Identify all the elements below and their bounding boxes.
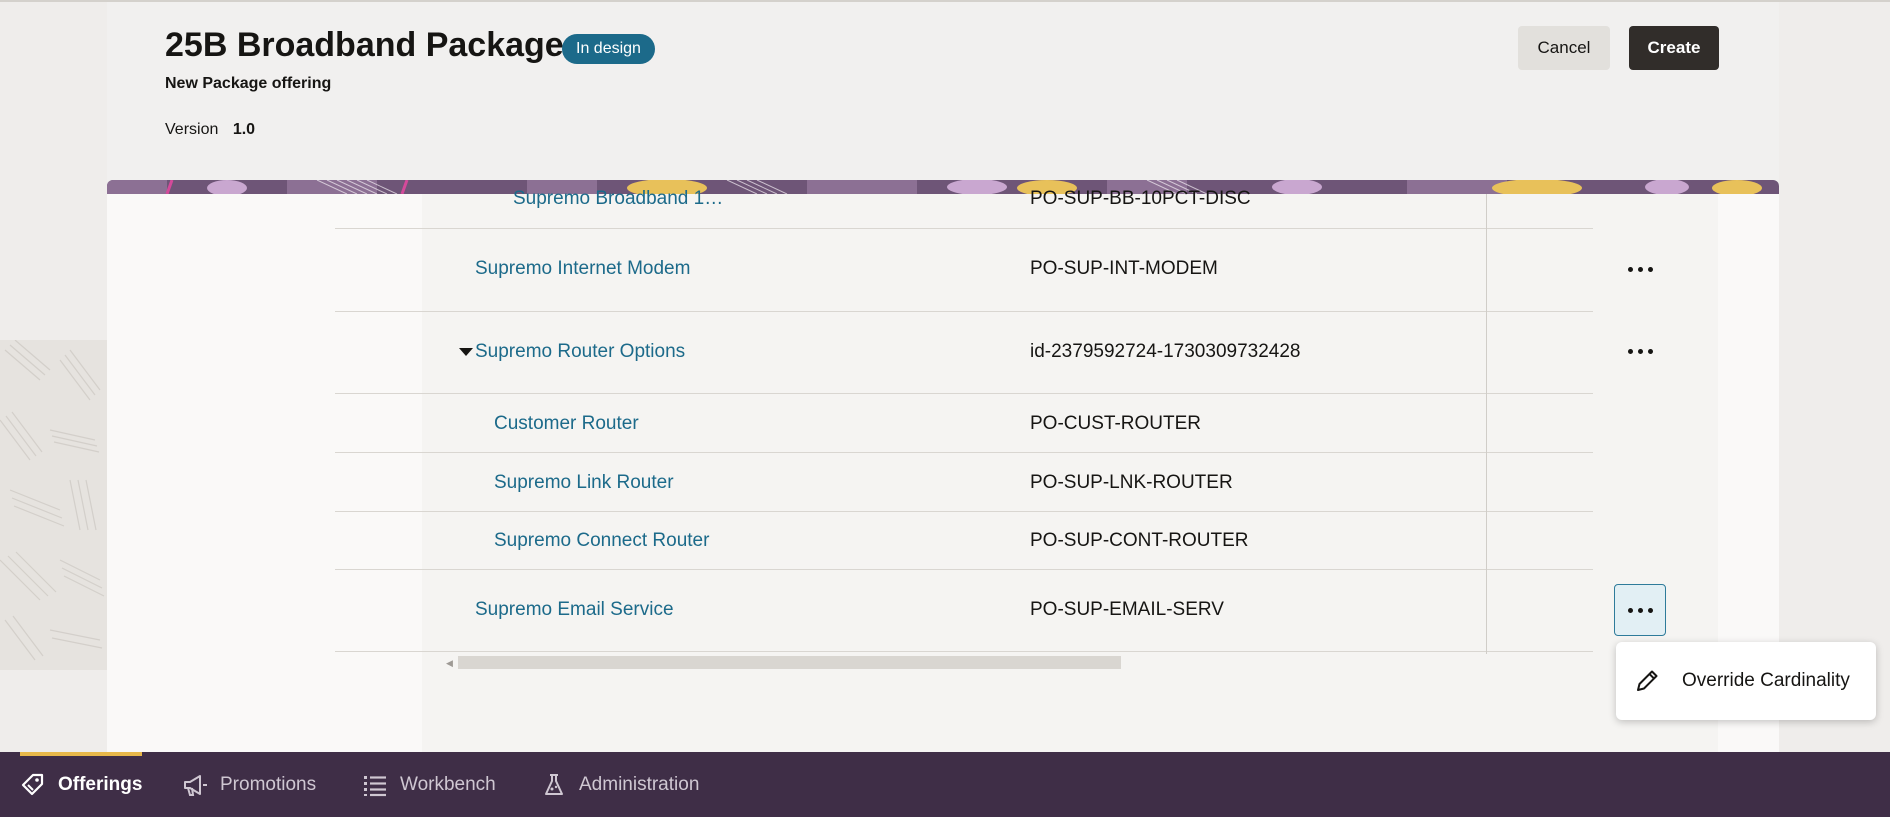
cancel-button[interactable]: Cancel	[1518, 26, 1610, 70]
more-dot-icon	[1637, 607, 1643, 613]
nav-item-offerings[interactable]: Offerings	[20, 769, 142, 801]
row-name-link[interactable]: Supremo Email Service	[475, 599, 674, 621]
more-dot-icon	[1647, 607, 1653, 613]
row-id: id-2379592724-1730309732428	[1030, 341, 1301, 362]
nav-label: Administration	[579, 774, 700, 795]
version-value: 1.0	[232, 121, 256, 138]
row-name-link[interactable]: Supremo Link Router	[494, 472, 674, 494]
context-menu: Override Cardinality	[1616, 642, 1876, 720]
pencil-icon	[1637, 670, 1658, 691]
version-label: Version	[165, 121, 219, 138]
menu-item-label: Override Cardinality	[1682, 670, 1850, 691]
row-id: PO-SUP-BB-10PCT-DISC	[1030, 188, 1251, 209]
page-subtitle: New Package offering	[165, 75, 332, 92]
row-name-link[interactable]: Supremo Connect Router	[494, 530, 709, 552]
menu-item-override-cardinality[interactable]: Override Cardinality	[1616, 642, 1876, 720]
row-id: PO-SUP-LNK-ROUTER	[1030, 472, 1233, 493]
row-actions-button[interactable]	[1614, 243, 1666, 295]
table-row: Supremo Broadband 1… PO-SUP-BB-10PCT-DIS…	[335, 176, 1593, 229]
row-name-link[interactable]: Customer Router	[494, 413, 639, 435]
list-icon	[364, 776, 386, 797]
nav-label: Workbench	[400, 774, 496, 795]
row-id: PO-SUP-CONT-ROUTER	[1030, 530, 1249, 551]
table-row: Supremo Router Options id-2379592724-173…	[335, 312, 1593, 394]
row-name-link[interactable]: Supremo Router Options	[475, 341, 685, 363]
flask-icon	[545, 774, 563, 795]
nav-item-promotions[interactable]: Promotions	[182, 769, 316, 801]
page-header: 25B Broadband Package In design New Pack…	[107, 2, 1779, 180]
bottom-navbar: Offerings Promotions Workbench Administr…	[0, 752, 1890, 817]
expand-caret-icon[interactable]	[459, 348, 473, 356]
nav-item-administration[interactable]: Administration	[541, 769, 699, 801]
row-id: PO-SUP-INT-MODEM	[1030, 258, 1218, 279]
more-dot-icon	[1647, 348, 1653, 354]
row-name-link[interactable]: Supremo Broadband 1…	[513, 188, 723, 210]
more-dot-icon	[1647, 266, 1653, 272]
row-id: PO-SUP-EMAIL-SERV	[1030, 599, 1224, 620]
horizontal-scrollbar[interactable]: ◀	[446, 656, 1121, 669]
megaphone-icon	[184, 775, 207, 796]
more-dot-icon	[1637, 348, 1643, 354]
tag-icon	[21, 773, 44, 796]
nav-item-workbench[interactable]: Workbench	[362, 769, 496, 801]
background-texture	[0, 340, 108, 670]
table-row: Supremo Connect Router PO-SUP-CONT-ROUTE…	[335, 512, 1593, 570]
nav-selected-indicator	[20, 752, 142, 756]
table-row: Supremo Link Router PO-SUP-LNK-ROUTER	[335, 453, 1593, 512]
scrollbar-thumb[interactable]	[458, 656, 1121, 669]
table-row: Supremo Email Service PO-SUP-EMAIL-SERV	[335, 570, 1593, 652]
nav-label: Offerings	[58, 774, 143, 795]
row-actions-button[interactable]	[1614, 325, 1666, 377]
more-dot-icon	[1627, 607, 1633, 613]
table-row: Supremo Internet Modem PO-SUP-INT-MODEM	[335, 229, 1593, 312]
row-id: PO-CUST-ROUTER	[1030, 413, 1201, 434]
row-actions-button-active[interactable]	[1614, 584, 1666, 636]
more-dot-icon	[1627, 266, 1633, 272]
version-info: Version 1.0	[165, 121, 255, 139]
more-dot-icon	[1627, 348, 1633, 354]
row-name-link[interactable]: Supremo Internet Modem	[475, 258, 690, 280]
actions-column-divider	[1486, 194, 1487, 654]
scroll-left-icon[interactable]: ◀	[446, 658, 453, 669]
create-button[interactable]: Create	[1629, 26, 1719, 70]
more-dot-icon	[1637, 266, 1643, 272]
table-row: Customer Router PO-CUST-ROUTER	[335, 394, 1593, 453]
nav-label: Promotions	[220, 774, 317, 795]
page-title: 25B Broadband Package	[165, 26, 564, 64]
status-badge: In design	[562, 34, 655, 64]
